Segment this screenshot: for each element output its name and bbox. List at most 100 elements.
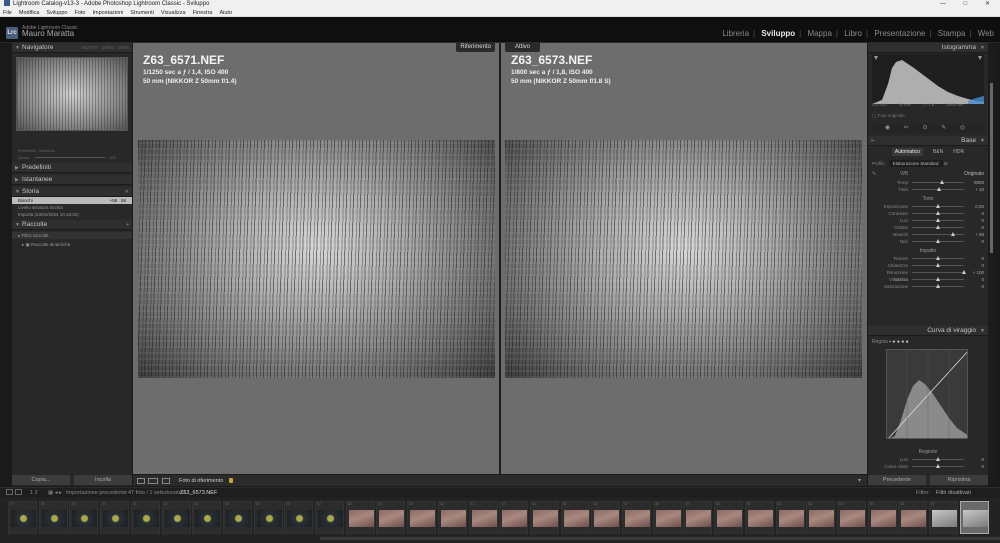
- histogram-header[interactable]: Istogramma ▼: [868, 43, 988, 53]
- filmstrip-thumb[interactable]: 40: [407, 501, 437, 534]
- filmstrip-thumb[interactable]: 31: [130, 501, 160, 534]
- slider-value[interactable]: 0,00: [975, 203, 984, 210]
- slider-track[interactable]: [912, 256, 964, 260]
- filmstrip-thumb[interactable]: 30: [100, 501, 130, 534]
- collections-header[interactable]: ▼ Raccolte +: [12, 220, 132, 230]
- filmstrip-thumb[interactable]: 34: [222, 501, 252, 534]
- zoom-fit[interactable]: ADATTA: [81, 45, 98, 50]
- menu-settings[interactable]: Impostazioni: [92, 10, 123, 16]
- quantity-row[interactable]: Quant. 100: [12, 154, 132, 161]
- slider-knob[interactable]: [936, 277, 940, 281]
- slider-track[interactable]: [912, 187, 964, 191]
- wb-row[interactable]: ✎ WB Originale: [868, 169, 988, 179]
- curve-channel-icons[interactable]: ▪ ● ● ● ●: [889, 339, 908, 345]
- slider-track[interactable]: [912, 270, 966, 274]
- filmstrip-thumb[interactable]: 45: [560, 501, 590, 534]
- collapse-triangle-icon[interactable]: ▼: [980, 43, 985, 53]
- collection-item[interactable]: ▸ ▣ Raccolte dinamiche: [12, 241, 132, 248]
- toolbar-dropdown-icon[interactable]: ▾: [858, 475, 861, 487]
- filmstrip-thumb[interactable]: 54: [836, 501, 866, 534]
- history-item[interactable]: Importa (23/01/2024 10:16:02): [12, 211, 132, 218]
- slider-value[interactable]: 5500: [974, 179, 984, 186]
- tone-curve-header[interactable]: Curva di viraggio ▼: [868, 326, 988, 336]
- compare-view-icon[interactable]: [148, 478, 158, 484]
- filmstrip-thumb[interactable]: 58: [959, 501, 989, 534]
- slider-knob[interactable]: [962, 270, 966, 274]
- filmstrip-thumb[interactable]: 49: [683, 501, 713, 534]
- filmstrip-thumb[interactable]: 37: [315, 501, 344, 534]
- filmstrip-thumb[interactable]: 28: [38, 501, 68, 534]
- wb-select[interactable]: Originale: [964, 171, 984, 177]
- tone-slider[interactable]: Contrasto 0: [868, 210, 988, 217]
- region-slider-lights[interactable]: Luci 0: [868, 456, 988, 463]
- navigator-preview[interactable]: [16, 57, 128, 131]
- filmstrip-thumb[interactable]: 55: [867, 501, 897, 534]
- presets-header[interactable]: ▶ Predefiniti: [12, 163, 132, 173]
- module-develop[interactable]: Sviluppo: [761, 29, 795, 38]
- region-slider-highlights[interactable]: Colori chiari 0: [868, 463, 988, 470]
- tool-strip[interactable]: ◉ ✂ ⊙ ✎ ◎: [872, 124, 984, 133]
- slider-value[interactable]: 0: [981, 224, 984, 231]
- collection-filter[interactable]: ▸ Filtro raccolte: [12, 232, 132, 239]
- menu-edit[interactable]: Modifica: [19, 10, 39, 16]
- minimize-button[interactable]: —: [940, 1, 954, 7]
- right-panel-scrollbar[interactable]: [989, 43, 994, 486]
- menu-develop[interactable]: Sviluppo: [46, 10, 67, 16]
- tone-slider[interactable]: Neri 0: [868, 238, 988, 245]
- slider-knob[interactable]: [940, 180, 945, 184]
- slider-track[interactable]: [912, 204, 964, 208]
- filmstrip-thumb[interactable]: 43: [499, 501, 529, 534]
- filmstrip-thumb[interactable]: 53: [806, 501, 836, 534]
- slider-track[interactable]: [912, 277, 964, 281]
- module-map[interactable]: Mappa: [807, 29, 831, 38]
- navigator-zoom-options[interactable]: ADATTA · 100% · 200%: [81, 43, 129, 53]
- reference-pane[interactable]: Riferimento Z63_6571.NEF 1/1250 sec a ƒ …: [133, 43, 499, 474]
- slider-value[interactable]: 0: [981, 283, 984, 290]
- slider-knob[interactable]: [936, 211, 940, 215]
- slider-track[interactable]: [912, 239, 964, 243]
- reference-photo[interactable]: [138, 140, 495, 378]
- history-item[interactable]: Bianchi +58 58: [12, 197, 132, 204]
- tone-slider[interactable]: Luci 0: [868, 217, 988, 224]
- copy-button[interactable]: Copia...: [12, 475, 70, 485]
- slider-knob[interactable]: [936, 225, 940, 229]
- slider-track[interactable]: [912, 284, 964, 288]
- slider-track[interactable]: [912, 225, 964, 229]
- profile-row[interactable]: Profilo Elaborazione Standard ⊞: [868, 158, 988, 169]
- slider-value[interactable]: 0: [981, 255, 984, 262]
- window-controls[interactable]: — □ ✕: [940, 0, 998, 9]
- navigator-header[interactable]: ▼ Navigatore ADATTA · 100% · 200%: [12, 43, 132, 53]
- module-library[interactable]: Libreria: [722, 29, 749, 38]
- slider-track[interactable]: [912, 211, 964, 215]
- tone-slider[interactable]: Ombre 0: [868, 224, 988, 231]
- basic-header[interactable]: ⇤ Base ▼: [868, 136, 988, 146]
- slider-knob[interactable]: [936, 218, 940, 222]
- temperature-slider[interactable]: Temp 5500: [868, 179, 988, 186]
- profile-browser-icon[interactable]: ⊞: [944, 161, 948, 166]
- presence-slider[interactable]: Rimozione foschia + 100: [868, 269, 988, 282]
- original-photo-toggle[interactable]: ▢ Foto originale: [872, 113, 905, 119]
- clear-history-icon[interactable]: ✕: [125, 187, 129, 197]
- treatment-auto[interactable]: Automatico: [891, 148, 923, 156]
- collapse-triangle-icon[interactable]: ▼: [15, 43, 20, 53]
- filmstrip-thumb[interactable]: 32: [161, 501, 191, 534]
- treatment-bw[interactable]: B&N: [933, 149, 943, 155]
- tint-slider[interactable]: Tinta + 10: [868, 186, 988, 193]
- filmstrip-thumb[interactable]: 57: [929, 501, 958, 534]
- slider-value[interactable]: 0: [981, 217, 984, 224]
- scrollbar-thumb[interactable]: [990, 83, 993, 253]
- filmstrip-thumb[interactable]: 38: [345, 501, 375, 534]
- panel-switch-icon[interactable]: ⇤: [871, 136, 875, 146]
- slider-knob[interactable]: [936, 263, 940, 267]
- menu-help[interactable]: Aiuto: [219, 10, 232, 16]
- filmstrip-thumb[interactable]: 41: [437, 501, 467, 534]
- menu-view[interactable]: Visualizza: [161, 10, 186, 16]
- slider-value[interactable]: 0: [981, 210, 984, 217]
- slider-knob[interactable]: [936, 204, 940, 208]
- module-print[interactable]: Stampa: [938, 29, 966, 38]
- filmstrip-scrollbar[interactable]: [320, 537, 1000, 540]
- lock-icon[interactable]: [229, 478, 233, 483]
- slider-track[interactable]: [912, 232, 964, 236]
- add-collection-icon[interactable]: +: [126, 220, 129, 230]
- slider-value[interactable]: 0: [981, 276, 984, 283]
